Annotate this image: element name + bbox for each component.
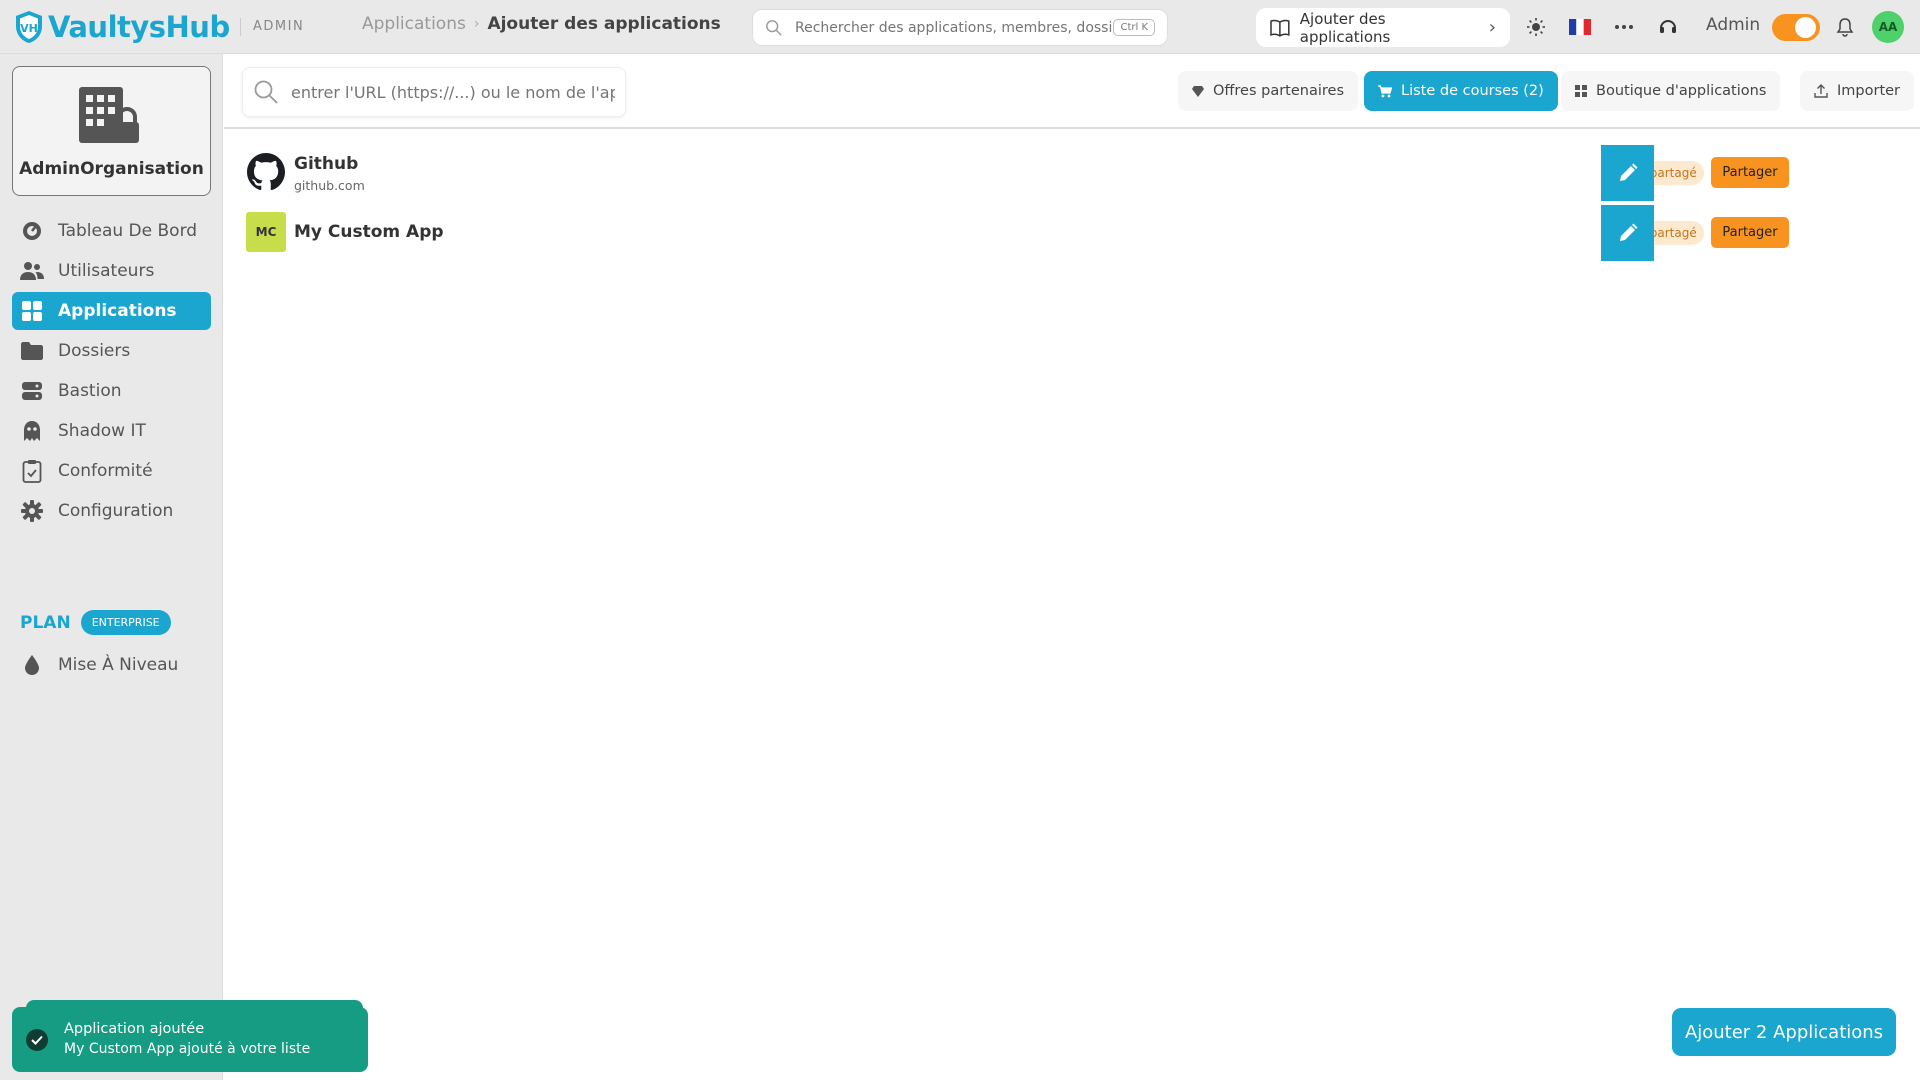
app-initials-logo: MC <box>246 212 286 252</box>
share-button[interactable]: Partager <box>1711 157 1789 188</box>
breadcrumb: Applications › Ajouter des applications <box>362 14 721 34</box>
global-search-input[interactable] <box>795 19 1114 36</box>
sidebar-item-compliance[interactable]: Conformité <box>12 452 211 490</box>
toast-message: My Custom App ajouté à votre liste <box>64 1041 311 1057</box>
url-search-box[interactable] <box>242 67 626 117</box>
app-store-button[interactable]: Boutique d'applications <box>1561 71 1781 111</box>
import-button[interactable]: Importer <box>1800 71 1915 111</box>
sidebar-item-bastion[interactable]: Bastion <box>12 372 211 410</box>
upload-icon <box>1814 84 1828 98</box>
sidebar-item-label: Conformité <box>58 461 153 481</box>
more-dots-icon[interactable] <box>1611 14 1637 40</box>
add-applications-top-button[interactable]: Ajouter des applications › <box>1256 8 1510 47</box>
sidebar-item-applications[interactable]: Applications <box>12 292 211 330</box>
language-flag-icon[interactable] <box>1567 14 1593 40</box>
sidebar-item-configuration[interactable]: Configuration <box>12 492 211 530</box>
bell-icon[interactable] <box>1832 14 1858 40</box>
sidebar-item-label: Applications <box>58 301 177 321</box>
search-icon <box>254 80 278 104</box>
sidebar-item-label: Tableau De Bord <box>58 221 198 241</box>
app-list-item: MC My Custom App Non partagé Partager <box>246 208 1906 258</box>
apps-grid-icon <box>20 299 44 323</box>
clipboard-check-icon <box>20 459 44 483</box>
admin-mode-tag: ADMIN <box>240 18 304 36</box>
check-circle-icon <box>26 1029 48 1051</box>
edit-app-button[interactable] <box>1601 205 1654 261</box>
theme-sun-icon[interactable] <box>1523 14 1549 40</box>
building-lock-icon <box>79 85 145 149</box>
support-headset-icon[interactable] <box>1655 14 1681 40</box>
import-label: Importer <box>1837 83 1901 99</box>
cart-icon <box>1378 84 1392 97</box>
add-apps-toolbar: Offres partenaires Liste de courses (2) … <box>224 54 1920 129</box>
svg-text:VH: VH <box>20 22 38 35</box>
users-icon <box>20 259 44 283</box>
toast-title: Application ajoutée <box>64 1021 205 1037</box>
breadcrumb-applications-link[interactable]: Applications <box>362 14 466 34</box>
partner-offers-button[interactable]: Offres partenaires <box>1178 71 1359 111</box>
sidebar-item-upgrade[interactable]: Mise À Niveau <box>12 646 211 684</box>
sidebar-nav: Tableau De Bord Utilisateurs Application… <box>12 212 211 532</box>
admin-label: Admin <box>1706 15 1761 35</box>
add-applications-top-label: Ajouter des applications <box>1299 9 1391 46</box>
pencil-icon <box>1619 223 1637 241</box>
partner-offers-label: Offres partenaires <box>1213 83 1345 99</box>
top-bar: VH VaultysHub ADMIN Applications › Ajout… <box>0 0 1920 54</box>
sidebar-item-label: Mise À Niveau <box>58 655 179 675</box>
toggle-knob <box>1795 17 1816 38</box>
app-store-label: Boutique d'applications <box>1596 83 1767 99</box>
shopping-list-label: Liste de courses (2) <box>1401 83 1544 99</box>
folder-icon <box>20 339 44 363</box>
toast-stack-edge <box>26 1000 363 1014</box>
success-toast[interactable]: Application ajoutée My Custom App ajouté… <box>12 1000 368 1072</box>
user-avatar[interactable]: AA <box>1872 11 1904 43</box>
edit-app-button[interactable] <box>1601 145 1654 201</box>
github-icon <box>246 152 286 192</box>
plan-label: PLAN <box>20 612 71 633</box>
plan-row: PLAN ENTERPRISE <box>20 610 171 635</box>
app-list-item: Github github.com Non partagé Partager <box>246 148 1906 198</box>
organization-name: AdminOrganisation <box>19 159 204 179</box>
add-applications-submit-button[interactable]: Ajouter 2 Applications <box>1672 1008 1896 1056</box>
url-input[interactable] <box>291 82 615 102</box>
sidebar-item-label: Dossiers <box>58 341 131 361</box>
app-name: My Custom App <box>294 222 444 242</box>
share-button[interactable]: Partager <box>1711 217 1789 248</box>
grid-icon <box>1575 85 1587 97</box>
sidebar-item-label: Bastion <box>58 381 122 401</box>
search-shortcut-hint: Ctrl K <box>1113 19 1155 36</box>
vaultyshub-logo[interactable]: VH VaultysHub <box>14 6 230 48</box>
search-icon <box>766 19 782 36</box>
sidebar-item-folders[interactable]: Dossiers <box>12 332 211 370</box>
ghost-icon <box>20 419 44 443</box>
shield-logo-icon: VH <box>16 11 42 43</box>
organization-card[interactable]: AdminOrganisation <box>12 66 211 196</box>
server-icon <box>20 379 44 403</box>
pencil-icon <box>1619 163 1637 181</box>
admin-mode-toggle[interactable] <box>1772 14 1820 41</box>
chevron-right-icon: › <box>1488 17 1496 38</box>
sidebar-item-label: Utilisateurs <box>58 261 155 281</box>
app-domain: github.com <box>294 178 365 193</box>
book-open-icon <box>1270 19 1290 37</box>
shopping-list-button[interactable]: Liste de courses (2) <box>1364 71 1558 111</box>
sidebar-item-users[interactable]: Utilisateurs <box>12 252 211 290</box>
app-name: Github <box>294 154 359 174</box>
sidebar-item-dashboard[interactable]: Tableau De Bord <box>12 212 211 250</box>
sidebar-item-shadow-it[interactable]: Shadow IT <box>12 412 211 450</box>
sidebar-item-label: Configuration <box>58 501 174 521</box>
dashboard-icon <box>20 219 44 243</box>
drop-icon <box>20 653 44 677</box>
breadcrumb-current: Ajouter des applications <box>487 14 721 34</box>
logo-text: VaultysHub <box>48 10 230 44</box>
diamond-icon <box>1192 85 1204 97</box>
global-search[interactable]: Ctrl K <box>752 9 1168 46</box>
gear-icon <box>20 499 44 523</box>
sidebar: AdminOrganisation Tableau De Bord Utilis… <box>0 54 223 1080</box>
breadcrumb-separator: › <box>473 16 480 32</box>
sidebar-item-label: Shadow IT <box>58 421 146 441</box>
plan-badge: ENTERPRISE <box>80 610 171 635</box>
